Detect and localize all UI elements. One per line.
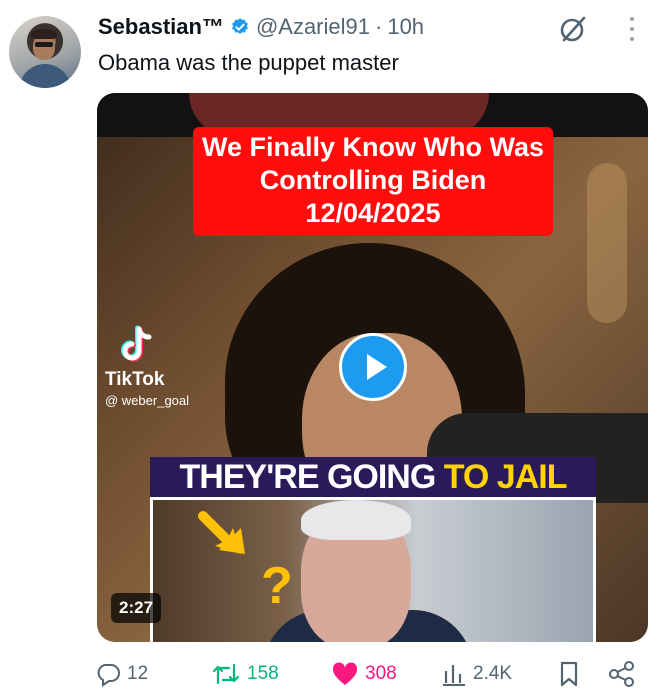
like-icon	[332, 662, 358, 685]
verified-badge-icon	[232, 18, 248, 34]
tweet-text: Obama was the puppet master	[98, 50, 399, 75]
headline-line-1: We Finally Know Who Was	[201, 132, 544, 162]
avatar-shirt	[19, 64, 71, 88]
author-name[interactable]: Sebastian™	[98, 14, 224, 40]
inset-hair	[301, 500, 411, 540]
tweet-time[interactable]: 10h	[387, 14, 424, 40]
play-button[interactable]	[339, 333, 407, 401]
background-lamp	[587, 163, 627, 323]
question-mark: ?	[261, 557, 293, 615]
play-icon	[367, 354, 387, 380]
action-bar: 12 158 308 2.4K	[95, 656, 646, 692]
biden-inset: ?	[150, 497, 596, 642]
avatar[interactable]	[9, 16, 81, 88]
more-icon[interactable]	[624, 14, 640, 44]
bookmark-button[interactable]	[557, 656, 587, 692]
author-handle[interactable]: @Azariel91	[256, 14, 370, 40]
tiktok-username: @ weber_goal	[105, 393, 190, 408]
tweet-header: Sebastian™ @Azariel91 · 10h	[98, 10, 424, 44]
retweet-button[interactable]: 158	[211, 656, 279, 692]
retweet-icon	[212, 663, 240, 685]
tiktok-watermark: TikTok @ weber_goal	[105, 325, 189, 408]
share-button[interactable]	[607, 656, 643, 692]
retweet-count: 158	[247, 663, 279, 684]
headline-line-2: Controlling Biden	[259, 165, 487, 195]
tiktok-logo-icon	[121, 325, 152, 362]
views-button[interactable]: 2.4K	[443, 656, 512, 692]
banner-white-text: THEY'RE GOING	[179, 458, 444, 496]
video-player[interactable]: We Finally Know Who Was Controlling Bide…	[97, 93, 648, 642]
arrow-icon	[198, 511, 245, 554]
banner-yellow-text: TO JAIL	[443, 458, 568, 496]
reply-icon	[97, 664, 120, 687]
grok-icon[interactable]	[556, 12, 590, 46]
reply-button[interactable]: 12	[95, 656, 148, 692]
headline-line-3: 12/04/2025	[305, 198, 441, 228]
like-count: 308	[365, 663, 397, 684]
like-button[interactable]: 308	[331, 656, 397, 692]
avatar-sunglasses	[35, 42, 53, 47]
bookmark-icon	[560, 661, 578, 687]
jail-banner: THEY'RE GOING TO JAIL	[150, 457, 596, 497]
video-duration: 2:27	[111, 593, 162, 623]
share-icon	[609, 661, 634, 687]
video-headline: We Finally Know Who Was Controlling Bide…	[193, 127, 553, 236]
separator-dot: ·	[375, 14, 383, 39]
views-icon	[443, 665, 465, 686]
tiktok-brand: TikTok	[105, 369, 165, 390]
avatar-hair	[31, 29, 57, 39]
views-count: 2.4K	[473, 663, 513, 684]
reply-count: 12	[127, 663, 149, 684]
